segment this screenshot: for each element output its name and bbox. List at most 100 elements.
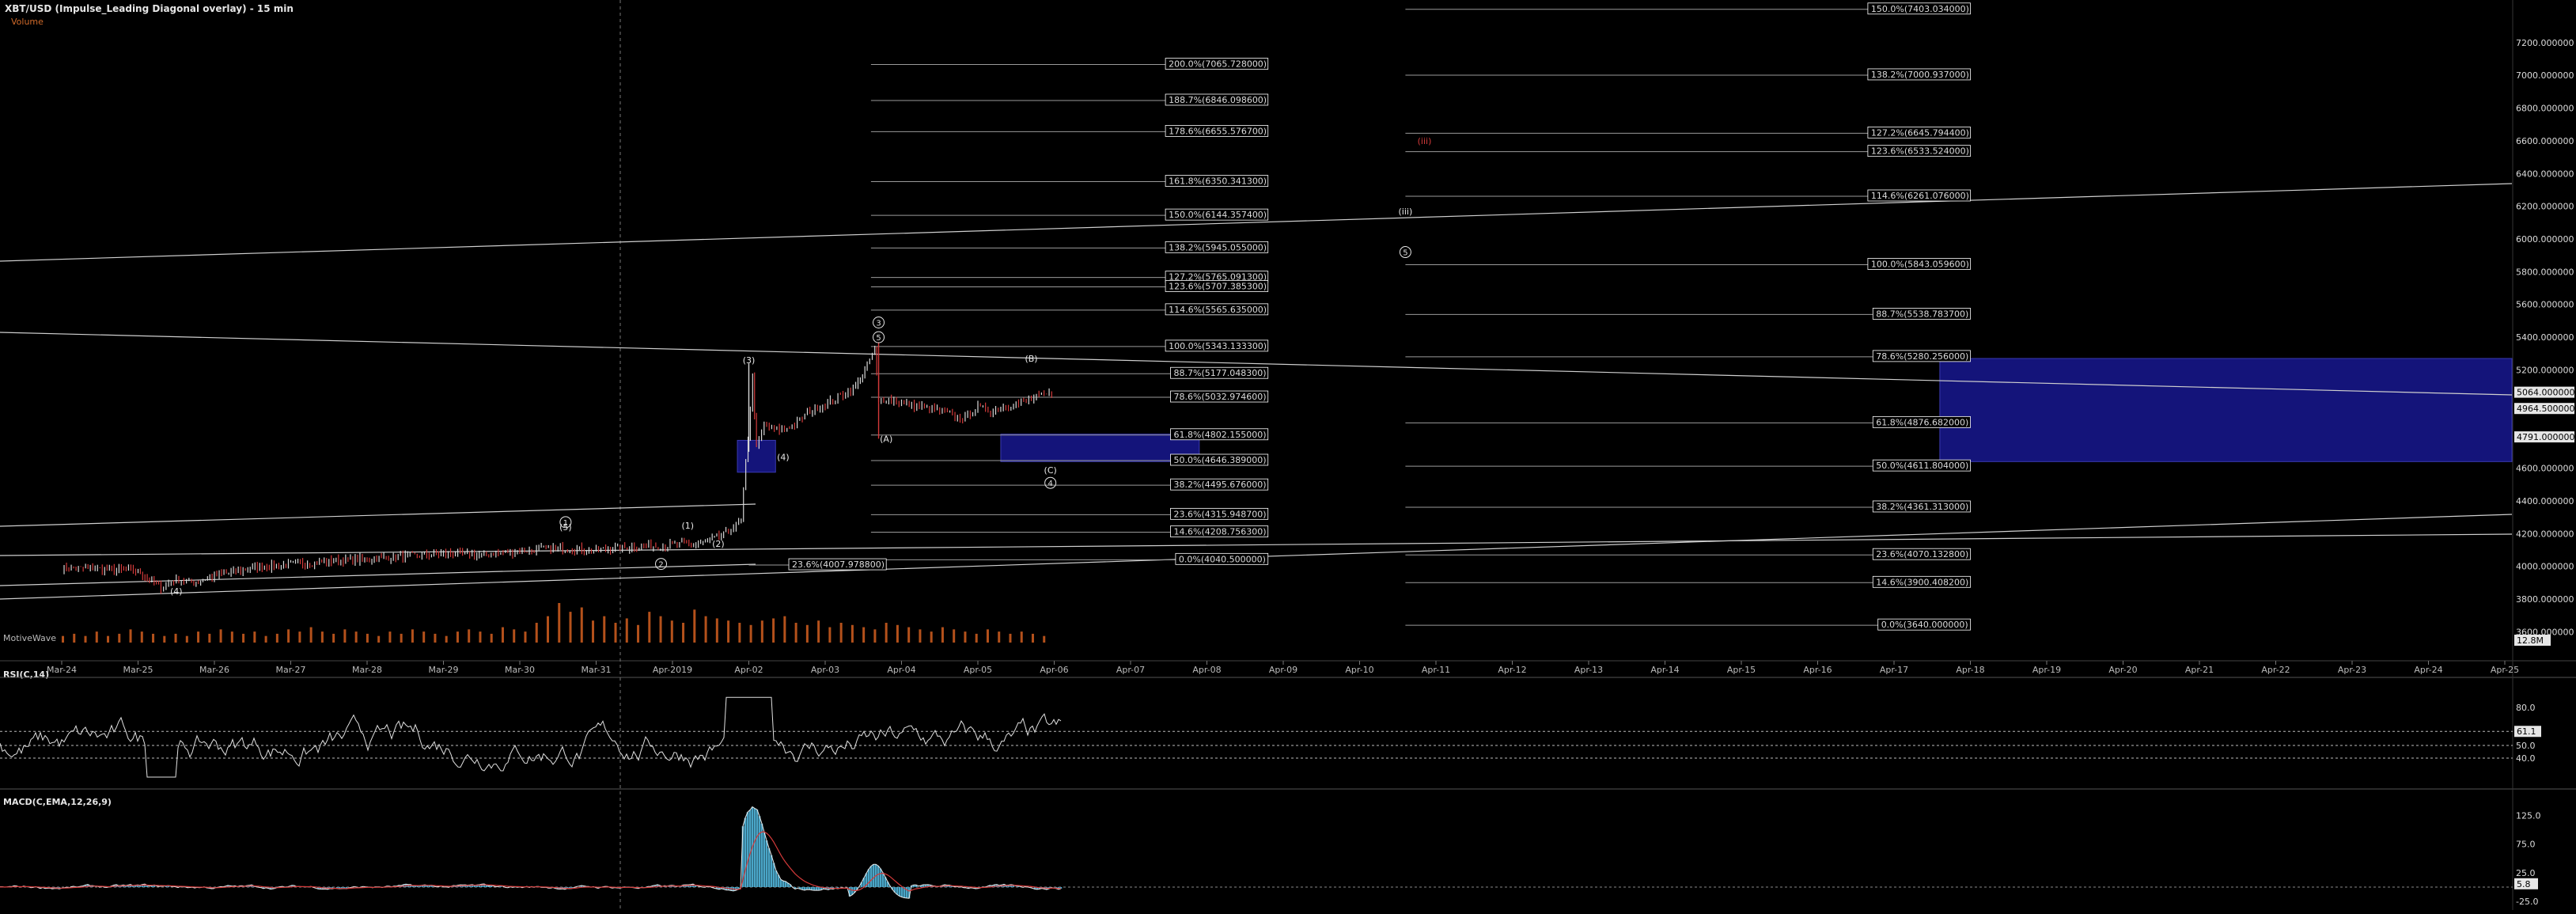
volume-bar [332,633,335,643]
fib-level-label: 14.6%(3900.408200) [1876,577,1968,587]
volume-bar [975,633,978,643]
fib-level-label: 88.7%(5177.048300) [1174,368,1267,378]
wave-label: (A) [880,434,892,445]
y-axis-tick: 6400.000000 [2516,169,2574,179]
macd-axis-tick: 75.0 [2516,840,2536,850]
current-price-label: 4791.000000 [2517,432,2574,442]
volume-bar [377,635,381,643]
x-axis-tick: Apr-2019 [653,665,692,675]
volume-bar [95,631,98,643]
x-axis-tick: Apr-17 [1880,665,1908,675]
volume-bar [456,631,459,643]
fib-level-label: 88.7%(5538.783700) [1876,309,1968,319]
volume-bar [828,627,832,643]
fib-level-label: 123.6%(5707.385300) [1169,282,1267,292]
y-axis-tick: 4600.000000 [2516,464,2574,474]
wave-label: (2) [712,539,725,549]
x-axis-tick: Apr-25 [2491,665,2519,675]
x-axis-tick: Apr-04 [887,665,915,675]
volume-bar [434,633,437,643]
volume-bar [309,627,313,643]
volume-bar [388,631,392,643]
volume-bar [197,631,200,643]
volume-bar [140,631,143,643]
volume-bar [490,633,493,643]
volume-bar [693,609,696,643]
volume-bar [501,627,504,643]
volume-bar [749,624,752,643]
fib-level-label: 14.6%(4208.756300) [1174,527,1267,537]
trend-line [0,533,2513,556]
macd-current-label: 5.8 [2517,879,2531,889]
fib-level-label: 0.0%(4040.500000) [1179,554,1266,564]
rsi-line [0,696,1062,778]
y-axis-tick: 5400.000000 [2516,332,2574,343]
macd-axis-tick: 25.0 [2516,868,2536,878]
current-price-label: 5064.000000 [2517,388,2574,398]
wave-label: (1) [682,521,695,531]
x-axis-tick: Apr-13 [1574,665,1603,675]
fib-level-label: 100.0%(5343.133300) [1169,341,1267,351]
y-axis-tick: 7000.000000 [2516,70,2574,81]
fib-level-label: 50.0%(4611.804000) [1876,461,1968,471]
fib-level-label: 23.6%(4070.132800) [1876,549,1968,559]
y-axis-tick: 6200.000000 [2516,202,2574,212]
volume-bar [1031,633,1034,643]
macd-signal-line [0,831,1062,892]
y-axis-tick: 4000.000000 [2516,562,2574,572]
x-axis-tick: Mar-27 [275,665,305,675]
volume-bar [998,631,1001,643]
volume-bar [513,629,516,643]
fib-level-label: 114.6%(6261.076000) [1871,191,1969,201]
volume-bar [558,603,561,643]
volume-bar [862,627,866,643]
rsi-axis-tick: 40.0 [2516,753,2536,764]
wave-label: 3 [876,320,881,328]
x-axis-tick: Mar-26 [199,665,229,675]
fib-level-label: 127.2%(6645.794400) [1871,127,1969,138]
volume-bar [850,624,854,643]
volume-bar [208,633,211,643]
y-axis-tick: 6800.000000 [2516,104,2574,114]
volume-bar [603,616,606,643]
x-axis-tick: Apr-23 [2338,665,2366,675]
x-axis-tick: Apr-19 [2032,665,2061,675]
volume-bar [941,627,944,643]
volume-bar [805,624,809,643]
x-axis-tick: Mar-29 [428,665,458,675]
fib-level-label: 23.6%(4007.978800) [792,559,885,570]
chart-canvas[interactable]: 200.0%(7065.728000)188.7%(6846.098600)17… [0,0,2576,914]
fib-level-label: 123.6%(6533.524000) [1871,146,1969,157]
volume-bar [185,635,188,643]
volume-bar [659,616,662,643]
volume-bar [986,629,989,643]
volume-bar [73,633,76,643]
volume-bar [275,633,278,643]
fib-level-label: 0.0%(3640.000000) [1881,620,1968,630]
volume-bar [907,627,911,643]
x-axis-tick: Mar-24 [47,665,77,675]
wave-label: (iii) [1399,207,1413,217]
y-axis-tick: 5600.000000 [2516,300,2574,310]
target-zone [1000,434,1200,462]
fib-level-label: 161.8%(6350.341300) [1169,176,1267,187]
volume-bar [62,635,64,643]
current-price-label: 4964.500000 [2517,404,2574,414]
fib-level-label: 188.7%(6846.098600) [1169,95,1267,105]
trend-line [0,503,756,527]
volume-bar [174,633,177,643]
x-axis-tick: Mar-25 [123,665,153,675]
y-axis-tick: 6000.000000 [2516,234,2574,245]
x-axis-tick: Mar-31 [581,665,611,675]
volume-bar [930,631,933,643]
rsi-axis-tick: 80.0 [2516,703,2536,713]
rsi-axis-tick: 50.0 [2516,741,2536,751]
wave-label: 4 [1047,480,1052,488]
x-axis-tick: Apr-07 [1116,665,1145,675]
fib-level-label: 150.0%(7403.034000) [1871,4,1969,14]
volume-bar [163,635,166,643]
x-axis-tick: Apr-21 [2185,665,2214,675]
volume-bar [727,620,730,643]
fib-level-label: 100.0%(5843.059600) [1871,259,1969,269]
fib-level-label: 78.6%(5280.256000) [1876,351,1968,362]
